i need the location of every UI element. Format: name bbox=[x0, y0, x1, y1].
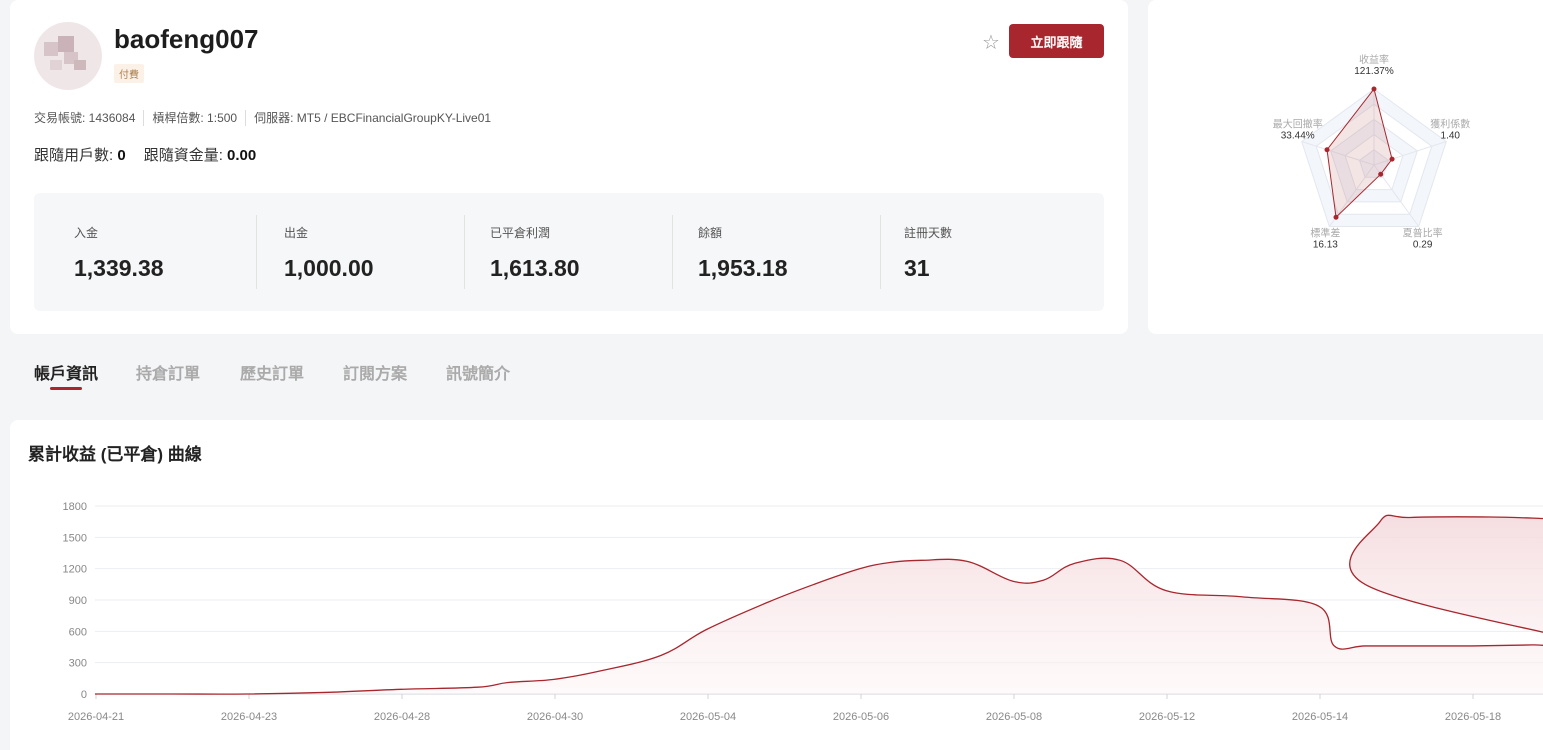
follow-funds: 跟隨資金量: 0.00 bbox=[144, 144, 257, 165]
y-tick-label: 900 bbox=[69, 595, 87, 607]
cumulative-profit-chart: 0 300 600 900 1200 1500 1800 2026-04-21 2026-04-… bbox=[63, 501, 1543, 723]
followers-count: 跟隨用戶數: 0 bbox=[34, 144, 126, 165]
tab-signal-intro[interactable]: 訊號簡介 bbox=[446, 360, 510, 384]
meta-divider bbox=[143, 109, 145, 126]
tab-account-info[interactable]: 帳戶資訊 bbox=[34, 360, 98, 384]
x-tick-label: 2026-05-08 bbox=[986, 711, 1042, 723]
radar-axis-value: 0.29 bbox=[1413, 239, 1433, 250]
x-tick-label: 2026-05-04 bbox=[680, 711, 736, 723]
stat-registered-days: 註冊天數 31 bbox=[880, 193, 1104, 311]
stat-closed-profit: 已平倉利潤 1,613.80 bbox=[464, 193, 672, 311]
radar-axis-label: 收益率 bbox=[1359, 53, 1389, 66]
stats-panel: 入金 1,339.38 出金 1,000.00 已平倉利潤 1,613.80 餘… bbox=[34, 193, 1104, 311]
avatar[interactable] bbox=[34, 22, 102, 90]
y-tick-label: 0 bbox=[81, 689, 87, 701]
x-tick-label: 2026-04-23 bbox=[221, 711, 277, 723]
x-tick-label: 2026-05-06 bbox=[833, 711, 889, 723]
radar-card: 收益率 121.37% 獲利係數 1.40 夏普比率 0.29 標準差 16.13 最大回撤率 3… bbox=[1148, 0, 1543, 334]
account-meta: 交易帳號: 1436084 槓桿倍數: 1:500 伺服器: MT5 / EBC… bbox=[34, 109, 491, 126]
radar-data-point bbox=[1324, 147, 1330, 153]
chart-card: 0 300 600 900 1200 1500 1800 2026-04-21 2026-04-… bbox=[10, 420, 1543, 750]
chart-title: 累計收益 (已平倉) 曲線 bbox=[28, 445, 202, 464]
stat-divider bbox=[256, 215, 257, 289]
y-tick-label: 1500 bbox=[63, 532, 87, 544]
stat-value: 1,000.00 bbox=[284, 255, 374, 281]
radar-axis-value: 16.13 bbox=[1313, 239, 1338, 250]
follow-now-button[interactable]: 立即跟隨 bbox=[1009, 24, 1104, 58]
follow-funds-label: 跟隨資金量: bbox=[143, 147, 223, 164]
radar-axis-value: 33.44% bbox=[1281, 131, 1315, 142]
stat-label: 出金 bbox=[284, 226, 309, 240]
stat-label: 已平倉利潤 bbox=[490, 226, 551, 240]
stat-label: 餘額 bbox=[698, 226, 723, 240]
y-tick-label: 1800 bbox=[63, 501, 87, 513]
tab-history-orders[interactable]: 歷史訂單 bbox=[240, 360, 304, 384]
radar-axis-label: 夏普比率 bbox=[1403, 226, 1443, 239]
tab-subscription-plans[interactable]: 訂閱方案 bbox=[343, 360, 407, 384]
radar-data-point bbox=[1371, 86, 1377, 92]
paid-badge: 付費 bbox=[114, 64, 144, 83]
stat-balance: 餘額 1,953.18 bbox=[672, 193, 880, 311]
active-tab-indicator bbox=[50, 387, 82, 390]
stat-withdrawal: 出金 1,000.00 bbox=[256, 193, 464, 311]
favorite-star-icon[interactable]: ☆ bbox=[982, 30, 1000, 55]
radar-chart: 收益率121.37% 獲利係數1.40 夏普比率0.29 標準差16.13 最大回撤率3… bbox=[1273, 53, 1471, 250]
radar-axis-value: 121.37% bbox=[1354, 66, 1394, 77]
username: baofeng007 bbox=[114, 24, 259, 54]
chart-area-fill bbox=[95, 515, 1543, 695]
radar-data-point bbox=[1333, 214, 1339, 220]
x-tick-label: 2026-04-28 bbox=[374, 711, 430, 723]
radar-data-point bbox=[1378, 171, 1384, 177]
stat-deposit: 入金 1,339.38 bbox=[34, 193, 256, 311]
radar-axis-label: 標準差 bbox=[1310, 226, 1340, 239]
x-tick-label: 2026-05-14 bbox=[1292, 711, 1348, 723]
followers-label: 跟隨用戶數: bbox=[34, 147, 114, 164]
follow-summary: 跟隨用戶數: 0 跟隨資金量: 0.00 bbox=[34, 144, 256, 165]
meta-divider bbox=[245, 109, 247, 126]
stat-divider bbox=[880, 215, 881, 289]
server: 伺服器: MT5 / EBCFinancialGroupKY-Live01 bbox=[254, 111, 492, 125]
radar-axis-label: 獲利係數 bbox=[1430, 118, 1470, 131]
tab-open-orders[interactable]: 持倉訂單 bbox=[136, 360, 200, 384]
leverage: 槓桿倍數: 1:500 bbox=[152, 111, 238, 125]
y-tick-label: 1200 bbox=[63, 564, 87, 576]
x-tick-label: 2026-05-12 bbox=[1139, 711, 1195, 723]
y-tick-label: 300 bbox=[69, 658, 87, 670]
radar-axis-value: 1.40 bbox=[1441, 131, 1461, 142]
stat-value: 1,953.18 bbox=[698, 255, 788, 281]
tab-bar: 帳戶資訊 持倉訂單 歷史訂單 訂閱方案 訊號簡介 bbox=[0, 336, 1543, 420]
followers-value: 0 bbox=[117, 147, 126, 164]
radar-data-point bbox=[1389, 156, 1395, 162]
stat-value: 1,613.80 bbox=[490, 255, 580, 281]
x-tick-label: 2026-05-18 bbox=[1445, 711, 1501, 723]
radar-axis-label: 最大回撤率 bbox=[1273, 118, 1323, 131]
stat-value: 31 bbox=[904, 255, 930, 281]
stat-divider bbox=[672, 215, 673, 289]
stat-label: 註冊天數 bbox=[904, 226, 953, 240]
stat-label: 入金 bbox=[74, 226, 99, 240]
stat-value: 1,339.38 bbox=[74, 255, 164, 281]
y-tick-label: 600 bbox=[69, 626, 87, 638]
profile-card: baofeng007 付費 ☆ 立即跟隨 交易帳號: 1436084 槓桿倍數:… bbox=[10, 0, 1128, 334]
follow-funds-value: 0.00 bbox=[227, 147, 257, 164]
x-tick-label: 2026-04-21 bbox=[68, 711, 124, 723]
stat-divider bbox=[464, 215, 465, 289]
account-number: 交易帳號: 1436084 bbox=[34, 111, 136, 125]
x-tick-label: 2026-04-30 bbox=[527, 711, 583, 723]
